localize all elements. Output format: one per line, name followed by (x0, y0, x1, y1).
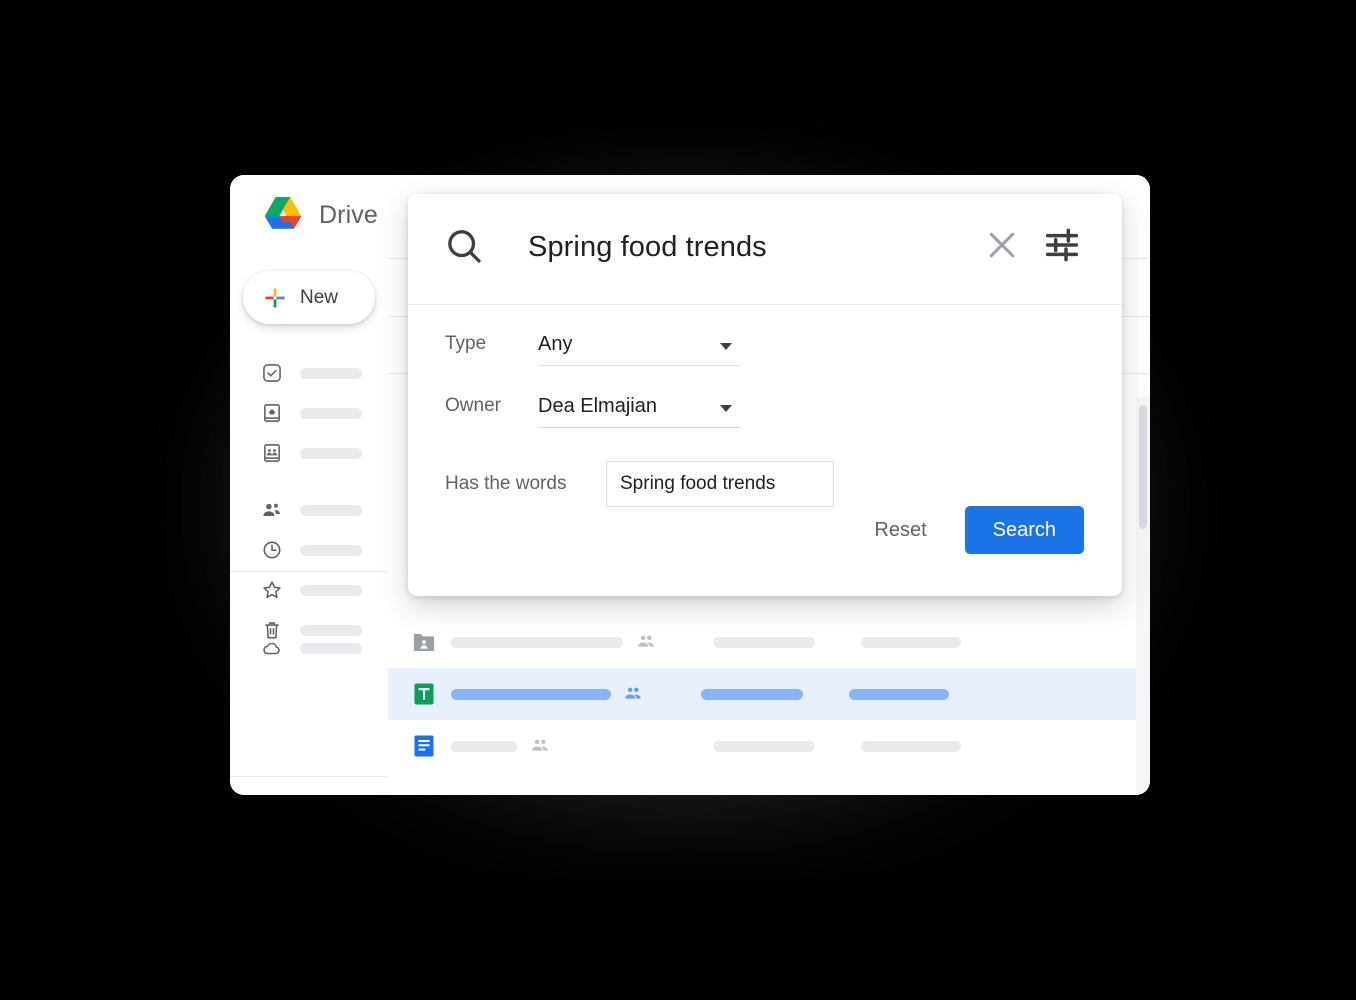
drive-brand[interactable]: Drive (261, 195, 378, 235)
check-circle-icon (263, 364, 281, 382)
sidebar-divider (230, 776, 388, 777)
sidebar: New (230, 258, 389, 795)
filter-row-owner: Owner Dea Elmajian (408, 395, 1122, 428)
owner-label: Owner (445, 395, 501, 416)
sidebar-item-storage[interactable] (230, 628, 388, 668)
search-icon (448, 230, 481, 263)
sidebar-item-label-placeholder (300, 504, 362, 516)
sidebar-item-label-placeholder (300, 407, 362, 419)
search-button[interactable]: Search (964, 506, 1084, 554)
sidebar-group-secondary (230, 490, 388, 650)
sidebar-group-my-drive (230, 353, 388, 473)
dialog-actions: Reset Search (858, 506, 1084, 554)
sidebar-item-shared-drives[interactable] (230, 433, 388, 473)
type-select[interactable]: Any (538, 333, 740, 366)
google-docs-icon (414, 735, 434, 757)
sidebar-item-label-placeholder (300, 584, 362, 596)
owner-select-value: Dea Elmajian (538, 395, 657, 417)
filter-row-has-the-words: Has the words (408, 461, 1122, 507)
file-name-placeholder (451, 688, 611, 700)
sidebar-item-label-placeholder (300, 544, 362, 556)
tune-filter-icon[interactable] (1042, 225, 1082, 265)
content-scrollbar-thumb[interactable] (1139, 405, 1147, 529)
google-sheets-icon (414, 683, 434, 705)
new-button-label: New (300, 286, 339, 308)
filter-row-type: Type Any (408, 333, 1122, 366)
has-the-words-input[interactable] (606, 461, 834, 507)
type-select-value: Any (538, 333, 573, 355)
people-small-icon (532, 739, 548, 751)
table-row[interactable] (388, 616, 1136, 668)
caret-down-icon (720, 405, 732, 412)
close-icon[interactable] (983, 226, 1021, 264)
has-the-words-label: Has the words (445, 473, 567, 494)
sidebar-item-label-placeholder (300, 367, 362, 379)
reset-button[interactable]: Reset (858, 509, 942, 552)
caret-down-icon (720, 343, 732, 350)
sidebar-item-label-placeholder (300, 642, 362, 654)
owner-placeholder (713, 740, 815, 752)
search-filter-form: Type Any Owner Dea Elmajian Has the word… (408, 304, 1122, 507)
drive-shared-icon (264, 404, 280, 422)
sidebar-item-priority[interactable] (230, 353, 388, 393)
owner-select[interactable]: Dea Elmajian (538, 395, 740, 428)
owner-placeholder (713, 636, 815, 648)
cloud-storage-icon (263, 642, 280, 655)
sidebar-item-label-placeholder (300, 447, 362, 459)
star-icon (263, 581, 281, 599)
modified-placeholder (861, 740, 961, 752)
people-icon (263, 503, 280, 517)
advanced-search-dialog: Type Any Owner Dea Elmajian Has the word… (408, 194, 1122, 596)
sidebar-group-storage (230, 628, 388, 668)
new-button[interactable]: New (243, 271, 375, 324)
table-row[interactable] (388, 720, 1136, 772)
shared-drives-icon (264, 444, 280, 462)
google-drive-logo-icon (264, 197, 302, 229)
file-name-placeholder (451, 740, 517, 752)
table-row[interactable] (388, 668, 1136, 720)
owner-placeholder (701, 688, 803, 700)
sidebar-item-my-drive[interactable] (230, 393, 388, 433)
sidebar-item-recent[interactable] (230, 530, 388, 570)
people-small-icon (638, 635, 654, 647)
type-label: Type (445, 333, 487, 354)
file-name-placeholder (451, 636, 623, 648)
sidebar-item-shared-with-me[interactable] (230, 490, 388, 530)
file-rows (388, 616, 1136, 772)
modified-placeholder (861, 636, 961, 648)
search-bar (408, 194, 1122, 305)
shared-folder-icon (413, 633, 435, 651)
plus-icon (265, 288, 285, 307)
sidebar-item-starred[interactable] (230, 570, 388, 610)
search-input[interactable] (526, 224, 960, 271)
clock-recent-icon (263, 541, 281, 559)
people-small-icon (625, 687, 641, 699)
modified-placeholder (849, 688, 949, 700)
app-title: Drive (319, 200, 378, 229)
